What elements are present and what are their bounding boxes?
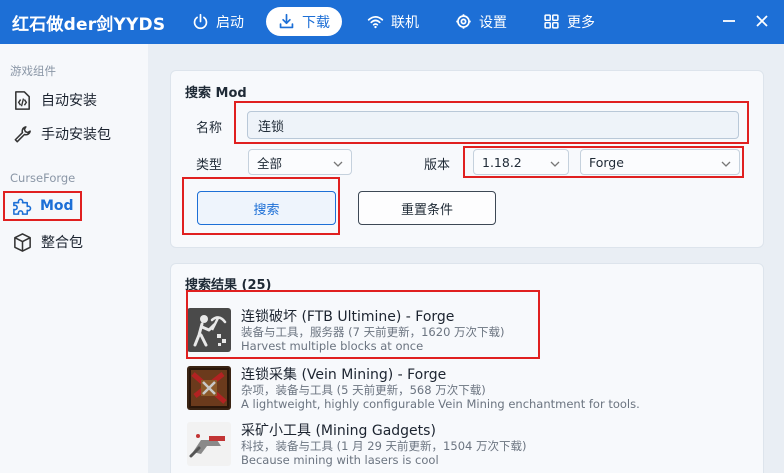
- download-icon: [278, 13, 295, 30]
- nav-download-label: 下载: [302, 14, 330, 31]
- title-bar: 红石做der剑YYDS 启动 下载 联机 设置 更多: [0, 0, 784, 44]
- code-file-icon: [12, 90, 33, 111]
- sidebar-item-manual-install[interactable]: 手动安装包: [6, 119, 117, 149]
- sidebar-item-label: 自动安装: [41, 93, 97, 109]
- nav-launch[interactable]: 启动: [180, 7, 256, 36]
- result-item[interactable]: 连锁采集 (Vein Mining) - Forge 杂项，装备与工具 (5 天…: [181, 362, 701, 414]
- nav-settings-label: 设置: [479, 14, 507, 31]
- result-meta: 科技，装备与工具 (1 月 29 天前更新，1504 万次下载): [241, 439, 527, 453]
- close-button[interactable]: [750, 9, 774, 33]
- search-panel: 搜索 Mod 名称 连锁 类型 全部 版本 1.18.2 Forge 搜索 重置…: [170, 70, 764, 248]
- result-description: Harvest multiple blocks at once: [241, 339, 424, 353]
- results-panel: 搜索结果 (25) 连锁破坏 (FTB Ultimine) - Forge 装备…: [170, 263, 764, 473]
- power-icon: [192, 13, 209, 30]
- nav-settings[interactable]: 设置: [443, 7, 519, 36]
- version-select-value: 1.18.2: [482, 154, 522, 170]
- results-title: 搜索结果 (25): [185, 278, 272, 293]
- result-item[interactable]: 采矿小工具 (Mining Gadgets) 科技，装备与工具 (1 月 29 …: [181, 418, 701, 470]
- loader-select-value: Forge: [589, 154, 624, 170]
- nav-multiplayer[interactable]: 联机: [355, 7, 431, 36]
- result-meta: 装备与工具，服务器 (7 天前更新，1620 万次下载): [241, 325, 505, 339]
- sidebar-group-game-components: 游戏组件: [10, 64, 56, 78]
- loader-select[interactable]: Forge: [580, 149, 740, 175]
- type-label: 类型: [196, 158, 223, 173]
- close-icon: [750, 9, 774, 33]
- version-select[interactable]: 1.18.2: [473, 149, 569, 175]
- nav-more[interactable]: 更多: [531, 7, 607, 36]
- minimize-button[interactable]: [717, 9, 741, 33]
- sidebar-group-curseforge: CurseForge: [10, 171, 76, 185]
- chevron-down-icon: [333, 157, 343, 167]
- nav-launch-label: 启动: [216, 14, 244, 31]
- version-label: 版本: [424, 158, 451, 173]
- search-button[interactable]: 搜索: [197, 191, 336, 225]
- gear-icon: [455, 13, 472, 30]
- type-select[interactable]: 全部: [248, 149, 352, 175]
- result-thumbnail: [187, 422, 231, 466]
- wrench-icon: [12, 124, 33, 145]
- sidebar-item-auto-install[interactable]: 自动安装: [6, 85, 103, 115]
- result-title: 连锁采集 (Vein Mining) - Forge: [241, 367, 447, 383]
- sidebar-item-modpack[interactable]: 整合包: [6, 227, 89, 257]
- result-description: Because mining with lasers is cool: [241, 453, 439, 467]
- minimize-icon: [717, 9, 741, 33]
- type-select-value: 全部: [257, 155, 283, 171]
- result-thumbnail: [187, 366, 231, 410]
- sidebar-item-label: 整合包: [41, 235, 83, 251]
- sidebar-item-mod[interactable]: Mod: [3, 191, 82, 221]
- nav-more-label: 更多: [567, 14, 595, 31]
- chevron-down-icon: [550, 157, 560, 167]
- grid-icon: [543, 13, 560, 30]
- result-title: 采矿小工具 (Mining Gadgets): [241, 423, 436, 439]
- app-title: 红石做der剑YYDS: [12, 15, 166, 35]
- name-input[interactable]: 连锁: [247, 111, 739, 139]
- result-description: A lightweight, highly configurable Vein …: [241, 397, 640, 411]
- chevron-down-icon: [721, 157, 731, 167]
- name-label: 名称: [196, 121, 223, 136]
- nav-multiplayer-label: 联机: [391, 14, 419, 31]
- name-input-value: 连锁: [258, 119, 285, 135]
- reset-button[interactable]: 重置条件: [358, 191, 496, 225]
- box-icon: [12, 232, 33, 253]
- result-item[interactable]: 连锁破坏 (FTB Ultimine) - Forge 装备与工具，服务器 (7…: [181, 304, 701, 356]
- result-meta: 杂项，装备与工具 (5 天前更新，568 万次下载): [241, 383, 486, 397]
- sidebar-item-label: Mod: [40, 198, 74, 214]
- puzzle-icon: [11, 196, 32, 217]
- result-title: 连锁破坏 (FTB Ultimine) - Forge: [241, 309, 455, 325]
- sidebar: 游戏组件 自动安装 手动安装包 CurseForge Mod 整合包: [0, 44, 148, 473]
- sidebar-item-label: 手动安装包: [41, 127, 111, 143]
- result-thumbnail: [187, 308, 231, 352]
- wifi-icon: [367, 13, 384, 30]
- search-panel-title: 搜索 Mod: [185, 86, 247, 101]
- nav-download[interactable]: 下载: [266, 7, 342, 36]
